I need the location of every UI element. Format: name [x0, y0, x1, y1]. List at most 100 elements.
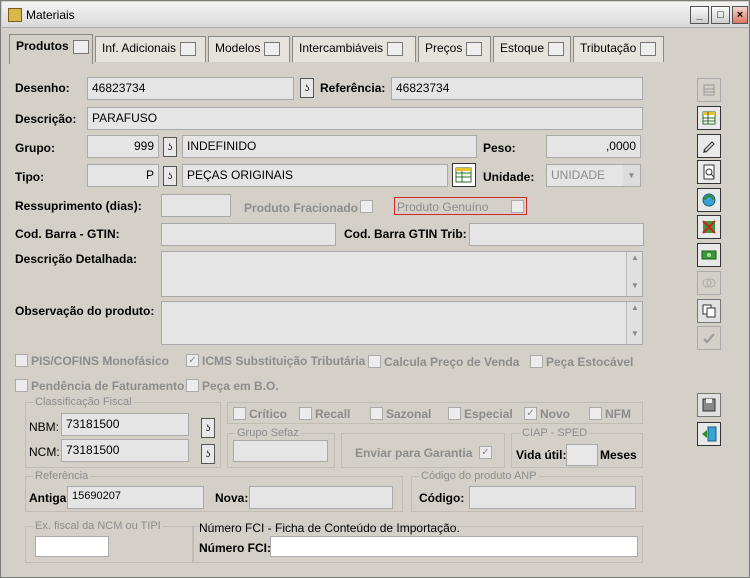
unidade-label: Unidade: — [483, 170, 535, 184]
nfm-checkbox[interactable] — [589, 407, 602, 420]
scroll-up-icon[interactable]: ▲ — [628, 303, 642, 317]
fci-field[interactable] — [270, 536, 638, 557]
vida-util-field[interactable] — [566, 444, 598, 466]
tab-tributacao[interactable]: Tributação — [573, 36, 664, 62]
fracionado-label: Produto Fracionado — [244, 201, 358, 215]
sazonal-checkbox[interactable] — [370, 407, 383, 420]
scroll-up-icon[interactable]: ▲ — [628, 253, 642, 267]
side-preview-button[interactable] — [697, 160, 721, 184]
tab-precos[interactable]: Preços — [418, 36, 491, 62]
peso-field[interactable]: ,0000 — [546, 135, 641, 158]
scroll-down-icon[interactable]: ▼ — [628, 281, 642, 295]
tab-label: Estoque — [500, 41, 545, 55]
codigo-anp-field[interactable] — [469, 486, 636, 509]
tab-label: Preços — [425, 41, 463, 55]
side-delete-button[interactable] — [697, 215, 721, 239]
lookup-icon[interactable]: ʖ — [163, 166, 177, 186]
lookup-icon[interactable]: ʖ — [201, 418, 215, 438]
side-grid-button[interactable] — [697, 106, 721, 130]
tab-label: Modelos — [215, 41, 261, 55]
calcula-preco-checkbox[interactable] — [368, 355, 381, 368]
sazonal-label: Sazonal — [386, 407, 432, 421]
grupo-desc-field: INDEFINIDO — [182, 135, 477, 158]
gtin-field[interactable] — [161, 223, 336, 246]
exit-icon — [702, 426, 717, 442]
grupo-sefaz-field[interactable] — [233, 440, 328, 462]
descricao-label: Descrição: — [15, 112, 77, 126]
lookup-icon[interactable]: ʖ — [163, 137, 177, 157]
side-duplicate-button[interactable] — [697, 299, 721, 323]
pis-cofins-checkbox[interactable] — [15, 354, 28, 367]
estocavel-checkbox[interactable] — [530, 355, 543, 368]
tab-intercambiaveis[interactable]: Intercambiáveis — [292, 36, 416, 62]
close-button[interactable]: × — [732, 6, 748, 24]
grupo-code-field[interactable]: 999 — [87, 135, 159, 158]
ncm-field[interactable]: 73181500 — [61, 439, 189, 462]
tab-inf-adicionais[interactable]: Inf. Adicionais — [95, 36, 206, 62]
minimize-button[interactable]: _ — [690, 6, 709, 24]
side-exit-button[interactable] — [697, 422, 721, 446]
scroll-down-icon[interactable]: ▼ — [628, 329, 642, 343]
icms-checkbox[interactable]: ✓ — [186, 354, 199, 367]
scrollbar[interactable]: ▲ ▼ — [626, 302, 642, 344]
lookup-icon[interactable]: ʖ — [300, 78, 314, 98]
folder-icon — [180, 41, 197, 56]
tab-estoque[interactable]: Estoque — [493, 36, 571, 62]
side-refresh-button[interactable] — [697, 188, 721, 212]
ressuprimento-field[interactable] — [161, 194, 231, 217]
preview-icon — [703, 164, 715, 180]
tipo-desc-field: PEÇAS ORIGINAIS — [182, 164, 448, 187]
gtin-trib-field[interactable] — [469, 223, 644, 246]
lookup-icon[interactable]: ʖ — [201, 444, 215, 464]
genuino-checkbox[interactable] — [511, 200, 524, 213]
refresh-icon — [702, 193, 716, 207]
pendencia-checkbox[interactable] — [15, 379, 28, 392]
maximize-button[interactable]: □ — [711, 6, 730, 24]
observacao-label: Observação do produto: — [15, 304, 155, 318]
duplicate-icon — [702, 304, 716, 318]
recall-checkbox[interactable] — [299, 407, 312, 420]
ex-fiscal-field[interactable] — [35, 536, 109, 557]
especial-checkbox[interactable] — [448, 407, 461, 420]
side-save-button[interactable] — [697, 393, 721, 417]
fci-label: Número FCI: — [199, 541, 271, 555]
money-bag-icon — [640, 41, 657, 56]
enviar-garantia-checkbox[interactable]: ✓ — [479, 446, 492, 459]
fracionado-checkbox[interactable] — [360, 200, 373, 213]
tipo-code-field[interactable]: P — [87, 164, 159, 187]
side-check-button[interactable] — [697, 326, 721, 350]
nfm-label: NFM — [605, 407, 631, 421]
ncm-label: NCM: — [29, 445, 60, 459]
anp-title: Código do produto ANP — [419, 470, 539, 482]
delete-icon — [702, 220, 716, 234]
desenho-field[interactable]: 46823734 — [87, 77, 294, 100]
fci-note: Número FCI - Ficha de Conteúdo de Import… — [199, 521, 460, 535]
grid-edit-icon[interactable] — [452, 163, 476, 187]
tab-label: Tributação — [580, 41, 637, 55]
novo-checkbox[interactable]: ✓ — [524, 407, 537, 420]
chevron-down-icon[interactable]: ▼ — [623, 165, 640, 186]
meses-label: Meses — [600, 448, 637, 462]
critico-label: Crítico — [249, 407, 288, 421]
antiga-field[interactable]: 15690207 — [67, 486, 204, 509]
ex-fiscal-title: Ex. fiscal da NCM ou TIPI — [33, 520, 163, 532]
tab-produtos[interactable]: Produtos — [9, 34, 93, 64]
recall-label: Recall — [315, 407, 351, 421]
side-copy-button[interactable] — [697, 271, 721, 295]
tab-modelos[interactable]: Modelos — [208, 36, 290, 62]
peca-bo-checkbox[interactable] — [186, 379, 199, 392]
nova-field[interactable] — [249, 486, 393, 509]
descricao-detalhada-textarea[interactable] — [161, 251, 643, 297]
gtin-trib-label: Cod. Barra GTIN Trib: — [344, 227, 467, 241]
side-edit-button[interactable] — [697, 134, 721, 158]
descricao-field[interactable]: PARAFUSO — [87, 107, 643, 130]
title-bar: Materiais _ □ × — [2, 2, 748, 28]
side-money-button[interactable] — [697, 243, 721, 267]
critico-checkbox[interactable] — [233, 407, 246, 420]
flags-group — [227, 402, 643, 424]
nbm-field[interactable]: 73181500 — [61, 413, 189, 436]
observacao-textarea[interactable] — [161, 301, 643, 345]
scrollbar[interactable]: ▲ ▼ — [626, 252, 642, 296]
side-list-button[interactable] — [697, 78, 721, 102]
referencia-field[interactable]: 46823734 — [391, 77, 643, 100]
